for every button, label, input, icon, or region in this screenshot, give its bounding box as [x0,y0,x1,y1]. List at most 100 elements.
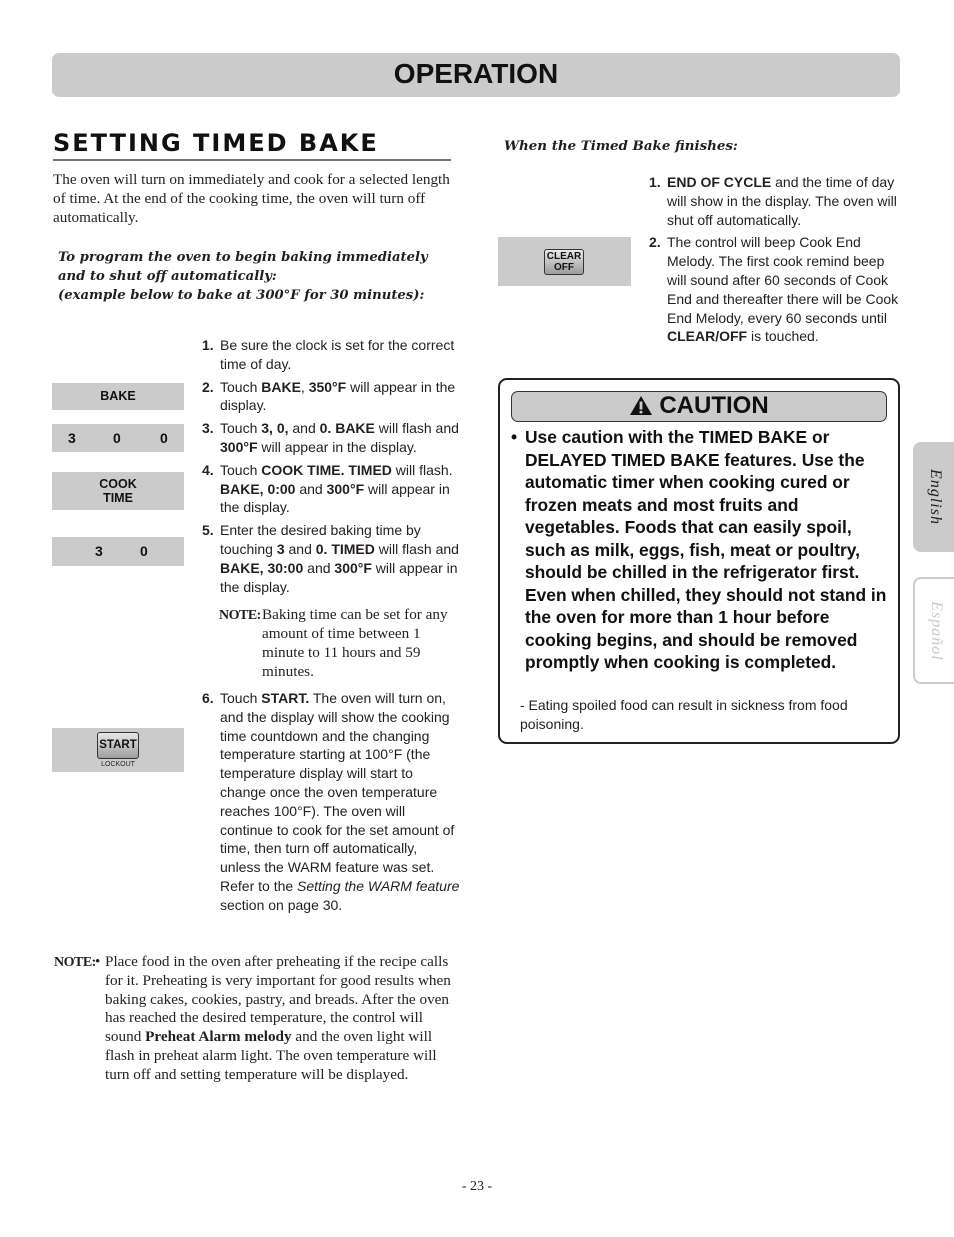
step-number: 3. [202,420,214,437]
baking-time-note: NOTE: Baking time can be set for any amo… [217,605,459,680]
text-run: and [295,480,327,497]
finish-heading: When the Timed Bake finishes: [504,138,738,154]
header-bar: OPERATION [52,53,900,97]
text-run: 3, 0, [261,420,289,437]
text-run: The oven will turn on, and the display w… [220,690,455,894]
text-run: section on page 30. [220,896,343,913]
preheat-note: NOTE: • Place food in the oven after pre… [52,953,454,1083]
text-run: START. [261,690,310,706]
text-run: 3 [276,540,285,557]
digit: 0 [113,430,121,446]
text-run: 0. TIMED [315,540,375,557]
steps-list: 1. Be sure the clock is set for the corre… [202,336,460,596]
text-run: Touch [220,690,262,706]
step-number: 2. [649,234,661,251]
intro-paragraph: The oven will turn on immediately and co… [53,171,450,226]
clear-off-key-panel: CLEAR OFF [498,237,631,286]
digit: 3 [68,430,76,446]
text-run: Touch [220,378,262,395]
text-run: BAKE, 0:00 [220,480,296,497]
tab-label: Español [928,600,945,661]
caution-box: CAUTION • Use caution with the TIMED BAK… [498,378,900,744]
cook-time-key: COOK TIME [52,472,184,510]
caution-title: CAUTION [659,392,769,419]
warning-triangle-icon [630,396,653,415]
cook-time-line: TIME [103,491,133,505]
program-heading: To program the oven to begin baking imme… [58,248,458,305]
digits-30-key: 3 0 [52,537,184,566]
text-run: will appear in the display. [257,438,417,455]
step-number: 5. [202,522,214,539]
tab-english[interactable]: English [913,442,954,552]
step-item: 4. Touch COOK TIME. TIMED will flash. BAK… [202,461,460,517]
text-run: Touch [220,420,262,437]
clear-off-line: OFF [554,262,574,273]
text-run: 300°F [334,559,372,576]
step-6: 6. Touch START. The oven will turn on, an… [202,689,460,915]
step-number: 2. [202,378,214,395]
text-run: The control will beep Cook End Melody. T… [667,234,899,326]
lockout-label: LOCKOUT [101,761,135,768]
text-run: 300°F [220,438,258,455]
text-run: BAKE, 30:00 [220,559,304,576]
digits-300-key: 3 0 0 [52,424,184,452]
text-run: and [303,559,335,576]
digit: 3 [95,543,103,559]
bullet: • [511,427,518,447]
text-run: will flash and [374,540,459,557]
text-run: will flash and [374,420,459,437]
step-number: 6. [202,690,214,706]
start-button-image: START [97,732,139,759]
text-run: 350°F [308,378,347,395]
tab-label: English [927,469,944,525]
page-number: - 23 - [461,1179,493,1194]
step-item: 1. Be sure the clock is set for the corre… [202,336,460,374]
text-run: COOK TIME. TIMED [261,461,392,478]
step-item: 2. Touch BAKE, 350°F will appear in the d… [202,378,460,416]
section-title: SETTING TIMED BAKE [53,128,451,161]
step-number: 1. [649,174,661,190]
caution-text: • Use caution with the TIMED BAKE or DEL… [511,426,891,674]
text-run: Be sure the clock is set for the correct… [220,337,455,372]
text-run: BAKE [261,378,301,395]
bake-key: BAKE [52,383,184,410]
step-number: 4. [202,461,214,478]
start-key-panel: START LOCKOUT [52,728,184,772]
cook-time-line: COOK [99,477,137,491]
finish-step-item: 1. END OF CYCLE and the time of day will … [649,173,899,229]
digit: 0 [160,430,168,446]
program-heading-line: To program the oven to begin baking imme… [58,250,428,265]
text-run: 300°F [326,480,365,497]
tab-espanol[interactable]: Español [913,577,954,684]
step-number: 1. [202,337,214,353]
program-heading-line: and to shut off automatically: [58,269,277,284]
caution-subnote: - Eating spoiled food can result in sick… [520,697,848,732]
step-item: 5. Enter the desired baking time by touch… [202,521,460,596]
note-label: NOTE: [52,954,96,973]
bullet: • [95,953,101,970]
text-run: 0. BAKE [319,420,375,437]
clear-off-line: CLEAR [546,251,582,262]
text-run: and [284,540,316,557]
text-run: is touched. [747,328,819,345]
note-label-text: NOTE: [219,608,261,623]
note-body: Baking time can be set for any amount of… [262,606,448,680]
note-label: NOTE: [217,606,261,625]
finish-step-item: 2. The control will beep Cook End Melody.… [649,233,899,346]
finish-steps-list: 1. END OF CYCLE and the time of day will … [649,173,899,346]
caution-body: Use caution with the TIMED BAKE or DELAY… [525,427,887,672]
text-run: will flash. [391,461,453,478]
note-body: Place food in the oven after preheating … [105,953,457,1085]
clear-off-button-image: CLEAR OFF [544,249,584,275]
text-run: Setting the WARM feature [297,877,460,894]
note-label-text: NOTE: [54,955,96,970]
text-run: , [300,378,309,395]
text-run: and [288,420,320,437]
step-item: 6. Touch START. The oven will turn on, an… [202,689,460,915]
text-run: Preheat Alarm melody [145,1028,292,1046]
text-run: END OF CYCLE [667,174,772,190]
caution-header: CAUTION [511,391,887,422]
step-item: 3. Touch 3, 0, and 0. BAKE will flash and… [202,419,460,457]
digit: 0 [140,543,148,559]
page-title: OPERATION [393,58,559,89]
